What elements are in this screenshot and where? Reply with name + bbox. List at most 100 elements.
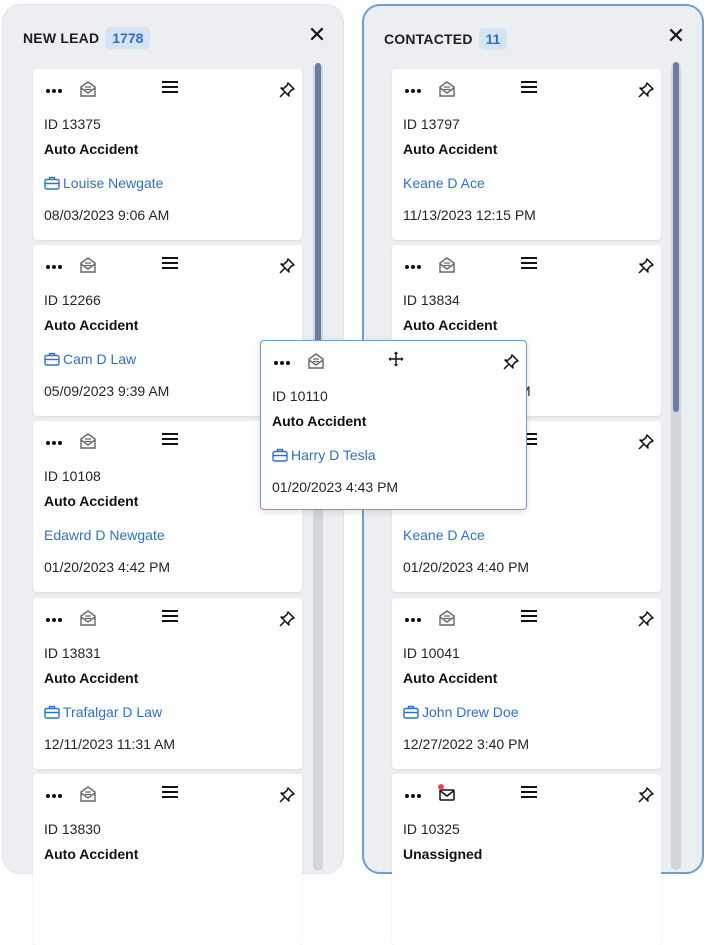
envelope-open-icon[interactable] <box>80 256 96 274</box>
card-date: 01/20/2023 4:42 PM <box>44 559 171 575</box>
card-case-type: Auto Accident <box>44 493 139 509</box>
envelope-open-icon[interactable] <box>80 609 96 627</box>
more-options-icon[interactable] <box>403 255 423 275</box>
menu-icon[interactable] <box>161 784 179 800</box>
card-toolbar <box>392 69 661 109</box>
card-id: ID 13834 <box>403 292 460 308</box>
card-case-type: Auto Accident <box>44 141 139 157</box>
card-toolbar <box>33 245 302 285</box>
card-contact-link[interactable]: Keane D Ace <box>403 527 485 543</box>
pin-icon[interactable] <box>637 257 655 275</box>
envelope-open-icon[interactable] <box>439 609 455 627</box>
card-toolbar <box>392 598 661 638</box>
lead-card[interactable]: ID 13830 Auto Accident <box>33 774 302 945</box>
card-contact-name: Keane D Ace <box>403 175 485 191</box>
briefcase-icon <box>272 448 288 462</box>
menu-icon[interactable] <box>520 255 538 271</box>
more-options-icon[interactable] <box>403 608 423 628</box>
card-contact-name: Harry D Tesla <box>291 447 376 463</box>
card-contact-link[interactable]: Trafalgar D Law <box>44 704 162 720</box>
card-date: 11/13/2023 12:15 PM <box>403 207 536 223</box>
menu-icon[interactable] <box>161 431 179 447</box>
card-contact-name: John Drew Doe <box>422 704 519 720</box>
envelope-open-icon[interactable] <box>80 432 96 450</box>
card-case-type: Auto Accident <box>44 670 139 686</box>
card-id: ID 10110 <box>272 388 328 404</box>
menu-icon[interactable] <box>520 608 538 624</box>
dragging-card[interactable]: ID 10110 Auto Accident Harry D Tesla 01/… <box>260 340 527 510</box>
menu-icon[interactable] <box>161 608 179 624</box>
card-case-type: Auto Accident <box>403 317 498 333</box>
scrollbar-thumb[interactable] <box>673 62 679 412</box>
card-toolbar <box>33 774 302 814</box>
card-contact-link[interactable]: Edawrd D Newgate <box>44 527 165 543</box>
more-options-icon[interactable] <box>44 79 64 99</box>
pin-icon[interactable] <box>637 610 655 628</box>
card-id: ID 12266 <box>44 292 101 308</box>
more-options-icon[interactable] <box>403 79 423 99</box>
card-toolbar <box>33 69 302 109</box>
card-contact-link[interactable]: Cam D Law <box>44 351 136 367</box>
menu-icon[interactable] <box>520 79 538 95</box>
pin-icon[interactable] <box>502 353 520 371</box>
pin-icon[interactable] <box>637 433 655 451</box>
lead-card[interactable]: ID 13831 Auto Accident Trafalgar D Law 1… <box>33 598 302 769</box>
more-options-icon[interactable] <box>403 784 423 804</box>
envelope-open-icon[interactable] <box>439 256 455 274</box>
briefcase-icon <box>44 705 60 719</box>
card-case-type: Auto Accident <box>44 846 139 862</box>
card-case-type: Auto Accident <box>44 317 139 333</box>
card-contact-name: Keane D Ace <box>403 527 485 543</box>
card-date: 08/03/2023 9:06 AM <box>44 207 170 223</box>
card-toolbar <box>261 341 526 381</box>
card-contact-link[interactable]: John Drew Doe <box>403 704 519 720</box>
more-options-icon[interactable] <box>272 351 292 371</box>
card-id: ID 10041 <box>403 645 460 661</box>
scrollbar-track[interactable] <box>671 62 681 870</box>
envelope-open-icon[interactable] <box>308 352 324 370</box>
lead-card[interactable]: ID 10041 Auto Accident John Drew Doe 12/… <box>392 598 661 769</box>
menu-icon[interactable] <box>520 784 538 800</box>
card-contact-name: Cam D Law <box>63 351 137 367</box>
card-contact-link[interactable]: Louise Newgate <box>44 175 163 191</box>
card-date: 05/09/2023 9:39 AM <box>44 383 170 399</box>
pin-icon[interactable] <box>637 81 655 99</box>
more-options-icon[interactable] <box>44 255 64 275</box>
card-date: 12/27/2022 3:40 PM <box>403 736 530 752</box>
card-case-type: Auto Accident <box>403 670 498 686</box>
lead-card[interactable]: ID 10325 Unassigned <box>392 774 661 945</box>
card-id: ID 10108 <box>44 468 101 484</box>
envelope-open-icon[interactable] <box>80 80 96 98</box>
close-icon[interactable]: ✕ <box>307 24 327 46</box>
lead-card[interactable]: ID 13797 Auto Accident Keane D Ace 11/13… <box>392 69 661 240</box>
card-id: ID 13375 <box>44 116 101 132</box>
envelope-open-icon[interactable] <box>80 785 96 803</box>
menu-icon[interactable] <box>161 79 179 95</box>
envelope-open-icon[interactable] <box>439 80 455 98</box>
card-id: ID 13797 <box>403 116 460 132</box>
pin-icon[interactable] <box>278 81 296 99</box>
count-badge: 11 <box>478 28 508 50</box>
card-case-type: Auto Accident <box>403 141 498 157</box>
card-date: 01/20/2023 4:40 PM <box>403 559 530 575</box>
menu-icon[interactable] <box>161 255 179 271</box>
more-options-icon[interactable] <box>44 784 64 804</box>
move-cursor-icon <box>387 350 405 368</box>
briefcase-icon <box>403 705 419 719</box>
pin-icon[interactable] <box>637 786 655 804</box>
column-header: NEW LEAD 1778 <box>23 27 151 49</box>
lead-card[interactable]: ID 13375 Auto Accident Louise Newgate 08… <box>33 69 302 240</box>
card-date: 01/20/2023 4:43 PM <box>272 479 399 495</box>
column-header: CONTACTED 11 <box>384 28 508 50</box>
more-options-icon[interactable] <box>44 431 64 451</box>
card-date: 12/11/2023 11:31 AM <box>44 736 176 752</box>
pin-icon[interactable] <box>278 257 296 275</box>
card-contact-link[interactable]: Keane D Ace <box>403 175 485 191</box>
card-case-type: Unassigned <box>403 846 483 862</box>
card-contact-link[interactable]: Harry D Tesla <box>272 447 376 463</box>
more-options-icon[interactable] <box>44 608 64 628</box>
pin-icon[interactable] <box>278 610 296 628</box>
pin-icon[interactable] <box>278 786 296 804</box>
close-icon[interactable]: ✕ <box>666 25 686 47</box>
card-toolbar <box>392 245 661 285</box>
